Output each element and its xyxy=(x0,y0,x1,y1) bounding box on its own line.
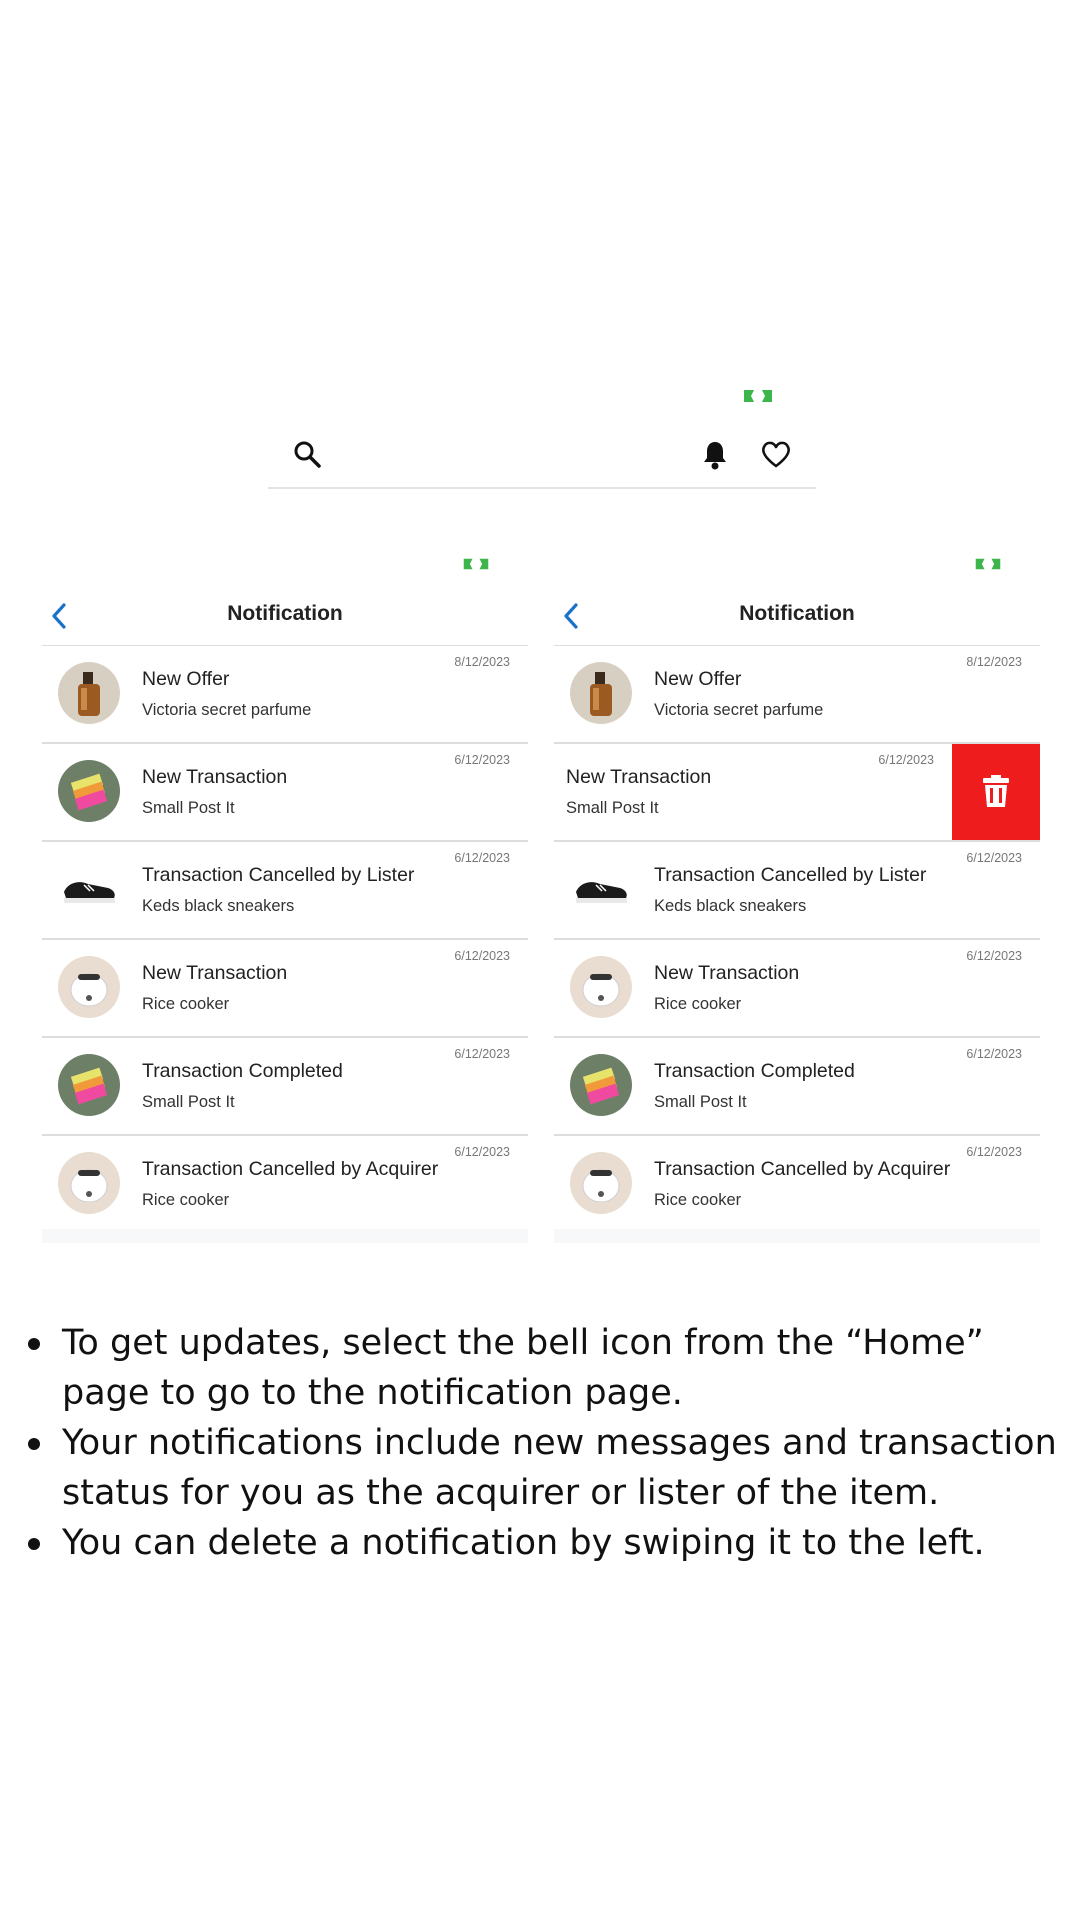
instruction-text: You can delete a notification by swiping… xyxy=(62,1523,985,1563)
nav-bar: Notification xyxy=(42,590,528,647)
instruction-item: Your notifications include new messages … xyxy=(20,1418,1060,1518)
notification-subtitle: Keds black sneakers xyxy=(142,897,295,915)
list-footer xyxy=(554,1229,1040,1243)
notification-date: 6/12/2023 xyxy=(966,851,1022,865)
status-indicator-icon xyxy=(744,390,772,402)
notification-subtitle: Small Post It xyxy=(654,1093,747,1111)
notification-row[interactable]: Transaction Completed Small Post It 6/12/2… xyxy=(554,1038,1040,1136)
instruction-text: Your notifications include new messages … xyxy=(62,1423,1057,1513)
notification-title: Transaction Cancelled by Acquirer xyxy=(654,1158,951,1180)
item-thumbnail xyxy=(58,1152,120,1214)
item-thumbnail xyxy=(570,1152,632,1214)
notification-row[interactable]: Transaction Cancelled by Acquirer Rice co… xyxy=(554,1136,1040,1234)
page-title: Notification xyxy=(227,602,343,625)
notification-date: 8/12/2023 xyxy=(454,655,510,669)
notification-title: New Transaction xyxy=(142,766,288,788)
notification-subtitle: Victoria secret parfume xyxy=(142,701,312,719)
item-thumbnail xyxy=(570,662,632,724)
notification-date: 6/12/2023 xyxy=(454,851,510,865)
nav-bar: Notification xyxy=(554,590,1040,647)
notification-date: 6/12/2023 xyxy=(966,1145,1022,1159)
notification-title: New Offer xyxy=(654,668,742,690)
item-thumbnail xyxy=(570,1054,632,1116)
home-top-bar xyxy=(268,415,816,489)
notification-date: 6/12/2023 xyxy=(454,949,510,963)
notification-row[interactable]: New Offer Victoria secret parfume 8/12/202… xyxy=(554,646,1040,744)
item-thumbnail xyxy=(58,1054,120,1116)
notification-date: 8/12/2023 xyxy=(966,655,1022,669)
notification-row[interactable]: Transaction Cancelled by Lister Keds blac… xyxy=(42,842,528,940)
notification-title: Transaction Cancelled by Acquirer xyxy=(142,1158,439,1180)
notification-date: 6/12/2023 xyxy=(454,753,510,767)
notification-row[interactable]: Transaction Completed Small Post It 6/12/2… xyxy=(42,1038,528,1136)
notification-subtitle: Small Post It xyxy=(566,799,659,817)
bullet xyxy=(28,1338,40,1350)
notification-date: 6/12/2023 xyxy=(966,1047,1022,1061)
notification-subtitle: Victoria secret parfume xyxy=(654,701,824,719)
status-indicator-icon xyxy=(975,558,1001,570)
notification-screen-default: Notification New Offer Victoria secret pa… xyxy=(42,545,528,1243)
notification-row[interactable]: Transaction Cancelled by Lister Keds blac… xyxy=(554,842,1040,940)
bell-icon[interactable] xyxy=(700,439,730,471)
page-title: Notification xyxy=(739,602,855,625)
delete-button[interactable] xyxy=(952,744,1040,840)
notification-row[interactable]: New Transaction Rice cooker 6/12/2023 xyxy=(554,940,1040,1038)
notification-title: Transaction Completed xyxy=(142,1060,343,1082)
status-indicator-icon xyxy=(463,558,489,570)
notification-subtitle: Small Post It xyxy=(142,1093,235,1111)
notification-title: Transaction Cancelled by Lister xyxy=(142,864,415,886)
instruction-item: To get updates, select the bell icon fro… xyxy=(20,1318,1060,1418)
item-thumbnail xyxy=(58,858,120,920)
notification-subtitle: Rice cooker xyxy=(142,1191,230,1209)
notification-row[interactable]: New Transaction Small Post It 6/12/2023 xyxy=(42,744,528,842)
notification-subtitle: Rice cooker xyxy=(142,995,230,1013)
notification-date: 6/12/2023 xyxy=(966,949,1022,963)
item-thumbnail xyxy=(58,956,120,1018)
notification-title: New Offer xyxy=(142,668,230,690)
item-thumbnail xyxy=(570,858,632,920)
item-thumbnail xyxy=(58,662,120,724)
heart-icon[interactable] xyxy=(760,439,792,469)
notification-title: New Transaction xyxy=(654,962,800,984)
trash-icon xyxy=(983,775,1009,807)
item-thumbnail xyxy=(570,956,632,1018)
instruction-text: To get updates, select the bell icon fro… xyxy=(62,1323,984,1413)
item-thumbnail xyxy=(58,760,120,822)
notification-date: 6/12/2023 xyxy=(454,1047,510,1061)
notification-subtitle: Rice cooker xyxy=(654,995,742,1013)
list-footer xyxy=(42,1229,528,1243)
notification-subtitle: Rice cooker xyxy=(654,1191,742,1209)
notification-title: Transaction Cancelled by Lister xyxy=(654,864,927,886)
notification-row[interactable]: New Transaction Rice cooker 6/12/2023 xyxy=(42,940,528,1038)
bullet xyxy=(28,1438,40,1450)
notification-title: New Transaction xyxy=(142,962,288,984)
notification-title: Transaction Completed xyxy=(654,1060,855,1082)
bullet xyxy=(28,1538,40,1550)
notification-row[interactable]: New Offer Victoria secret parfume 8/12/202… xyxy=(42,646,528,744)
notification-date: 6/12/2023 xyxy=(454,1145,510,1159)
notification-title: New Transaction xyxy=(566,766,712,788)
notification-date: 6/12/2023 xyxy=(878,753,934,767)
notification-row[interactable]: New Transaction Small Post It 6/12/2023 xyxy=(554,744,1040,842)
notification-list: New Offer Victoria secret parfume 8/12/202… xyxy=(554,646,1040,1234)
notification-subtitle: Keds black sneakers xyxy=(654,897,807,915)
search-icon[interactable] xyxy=(292,439,322,469)
instructions-list: To get updates, select the bell icon fro… xyxy=(20,1318,1060,1568)
notification-row[interactable]: Transaction Cancelled by Acquirer Rice co… xyxy=(42,1136,528,1234)
notification-list: New Offer Victoria secret parfume 8/12/202… xyxy=(42,646,528,1234)
notification-screen-swiped: Notification New Offer Victoria secret pa… xyxy=(554,545,1040,1243)
instruction-item: You can delete a notification by swiping… xyxy=(20,1518,1060,1568)
notification-subtitle: Small Post It xyxy=(142,799,235,817)
